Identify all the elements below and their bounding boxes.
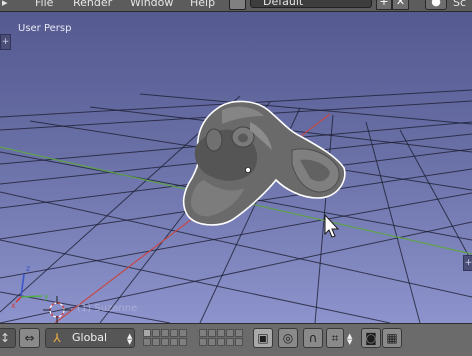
layer-16-button[interactable] <box>199 338 207 346</box>
editor-type-icon[interactable]: ↕ <box>0 328 16 348</box>
active-object-label: (1) Suzanne <box>77 303 138 314</box>
screen-layout-icon[interactable] <box>229 0 246 10</box>
menu-file[interactable]: File <box>35 0 53 9</box>
layer-18-button[interactable] <box>217 338 225 346</box>
axis-orientation-widget: z y x <box>11 264 49 310</box>
scene-icon[interactable]: ● <box>425 0 447 10</box>
layer-14-button[interactable] <box>170 338 178 346</box>
toolshelf-toggle-plus-icon[interactable]: + <box>0 34 11 50</box>
object-origin <box>244 166 251 173</box>
render-layer-icon[interactable]: ▣ <box>253 328 273 348</box>
layer-2-button[interactable] <box>152 329 160 337</box>
snap-element-icon[interactable]: ⌗ <box>326 328 344 348</box>
info-header: ▸ File Render Window Help Default + ✕ ● … <box>0 0 472 12</box>
menu-window[interactable]: Window <box>130 0 173 9</box>
scene-layers-group-a[interactable] <box>143 329 187 346</box>
menu-render[interactable]: Render <box>73 0 112 9</box>
delete-layout-button[interactable]: ✕ <box>392 0 409 10</box>
scene-name-fragment[interactable]: Sc <box>453 0 466 9</box>
scene-layers-group-b[interactable] <box>199 329 243 346</box>
snap-magnet-icon[interactable]: ∩ <box>303 328 323 348</box>
screen-layout-select[interactable]: Default <box>250 0 372 8</box>
layer-1-button[interactable] <box>143 329 151 337</box>
layer-10-button[interactable] <box>235 329 243 337</box>
svg-text:z: z <box>26 264 30 273</box>
3d-view-header: ↕ ⇔ ⅄ Global ▲ ▼ ▣ ◎ ∩ ⌗ ▲ ▼ ◙ ▦ <box>0 323 472 356</box>
layer-20-button[interactable] <box>235 338 243 346</box>
layer-15-button[interactable] <box>179 338 187 346</box>
layer-3-button[interactable] <box>161 329 169 337</box>
menu-help[interactable]: Help <box>190 0 215 9</box>
transform-orientation-value: Global <box>72 331 108 344</box>
layer-11-button[interactable] <box>143 338 151 346</box>
3d-viewport[interactable]: z y x User Persp (1) Suzanne + + <box>0 12 472 323</box>
proportional-edit-icon[interactable]: ◎ <box>278 328 298 348</box>
orientation-caret-down-icon: ▼ <box>127 338 133 346</box>
svg-text:y: y <box>44 292 49 301</box>
layer-6-button[interactable] <box>199 329 207 337</box>
opengl-animation-icon[interactable]: ▦ <box>382 328 402 348</box>
layer-4-button[interactable] <box>170 329 178 337</box>
view-name-label: User Persp <box>18 23 72 34</box>
layer-8-button[interactable] <box>217 329 225 337</box>
svg-text:x: x <box>11 301 16 310</box>
properties-toggle-plus-icon[interactable]: + <box>463 255 472 271</box>
layer-13-button[interactable] <box>161 338 169 346</box>
layer-9-button[interactable] <box>226 329 234 337</box>
editor-icon-fragment[interactable]: ▸ <box>2 0 8 9</box>
floor-grid: z y x <box>0 89 472 323</box>
layer-19-button[interactable] <box>226 338 234 346</box>
snap-caret-down-icon: ▼ <box>347 338 353 346</box>
layer-7-button[interactable] <box>208 329 216 337</box>
layer-5-button[interactable] <box>179 329 187 337</box>
add-layout-button[interactable]: + <box>376 0 392 10</box>
opengl-render-icon[interactable]: ◙ <box>361 328 381 348</box>
layer-12-button[interactable] <box>152 338 160 346</box>
manipulator-icon[interactable]: ⇔ <box>19 328 40 348</box>
layer-17-button[interactable] <box>208 338 216 346</box>
